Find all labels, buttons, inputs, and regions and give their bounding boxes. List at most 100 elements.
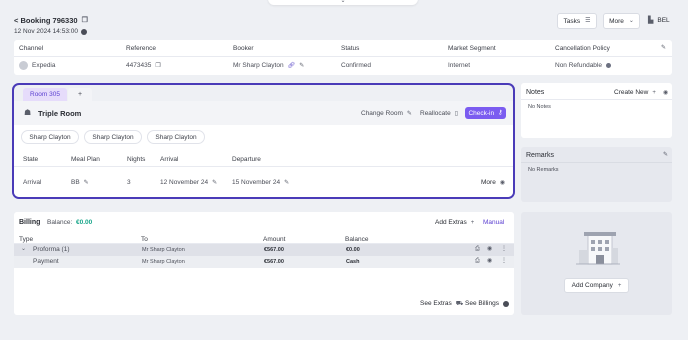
row-type: Proforma (1) — [33, 246, 70, 253]
add-company-label: Add Company — [571, 282, 613, 289]
add-extras-label: Add Extras — [435, 219, 467, 226]
meal-plan-text: BB — [71, 179, 80, 186]
add-room-tab[interactable]: + — [68, 88, 92, 101]
chevron-down-icon[interactable]: ⌄ — [21, 246, 26, 252]
see-billings-label: See Billings — [465, 300, 499, 307]
create-new-button[interactable]: Create New + — [614, 89, 656, 96]
info-icon[interactable] — [605, 63, 611, 68]
edit-icon: ✎ — [406, 110, 412, 117]
list-icon: ☰ — [585, 18, 591, 24]
link-icon[interactable]: 🔗︎ — [288, 63, 296, 69]
chevron-down-icon: ⌄ — [340, 0, 346, 4]
row-to: Mr Sharp Clayton — [142, 259, 185, 265]
bed-icon: ☗ — [24, 108, 32, 117]
edit-icon[interactable]: ✎ — [212, 180, 217, 186]
kebab-menu-icon[interactable]: ⋮ — [501, 258, 507, 264]
print-icon[interactable]: ⎙ — [475, 258, 480, 264]
row-balance: Cash — [346, 259, 360, 265]
nights-value: 3 — [127, 179, 131, 186]
door-icon: ▯ — [454, 110, 459, 117]
collapse-handle[interactable]: ⌄ — [268, 0, 418, 5]
guest-name: Sharp Clayton — [29, 133, 71, 141]
room-body: Sharp Clayton Sharp Clayton Sharp Clayto… — [14, 125, 513, 197]
reference-value: 4473435 ❐ — [126, 62, 161, 69]
edit-icon[interactable]: ✎ — [84, 180, 89, 186]
tasks-label: Tasks — [563, 17, 581, 25]
eye-icon: ◉ — [499, 179, 506, 186]
see-extras-button[interactable]: See Extras ⛟ — [420, 300, 463, 307]
divider — [14, 166, 513, 167]
room-type: Triple Room — [38, 109, 82, 118]
manual-button[interactable]: Manual — [483, 219, 504, 226]
arrival-value: 12 November 24 ✎ — [160, 179, 217, 186]
notes-card: Notes Create New + ◉ No Notes — [521, 83, 672, 138]
kebab-menu-icon[interactable]: ⋮ — [501, 246, 507, 252]
info-icon — [502, 300, 509, 307]
reallocate-button[interactable]: Reallocate ▯ — [420, 110, 458, 117]
guest-chip[interactable]: Sharp Clayton — [147, 130, 205, 144]
col-market-segment: Market Segment — [448, 45, 496, 52]
guest-chip[interactable]: Sharp Clayton — [21, 130, 79, 144]
row-amount: €567.00 — [264, 259, 284, 265]
col-cancellation-policy: Cancellation Policy — [555, 45, 610, 52]
tab-room-305[interactable]: Room 305 — [23, 88, 67, 101]
see-billings-button[interactable]: See Billings — [465, 300, 509, 307]
meal-plan-value: BB ✎ — [71, 179, 89, 186]
table-row[interactable]: ⌄ Proforma (1) Mr Sharp Clayton €567.00 … — [14, 244, 514, 256]
tasks-button[interactable]: Tasks ☰ — [557, 13, 597, 29]
col-reference: Reference — [126, 45, 156, 52]
remarks-empty: No Remarks — [528, 167, 559, 173]
edit-icon[interactable]: ✎ — [661, 45, 666, 51]
building-icon: ▙ — [648, 17, 654, 24]
building-illustration — [576, 232, 620, 265]
booking-date-text: 12 Nov 2024 14:53:00 — [14, 28, 78, 35]
plus-icon: + — [470, 219, 475, 226]
edit-icon[interactable]: ✎ — [299, 63, 304, 69]
reference-text: 4473435 — [126, 62, 152, 69]
check-in-button[interactable]: Check-in ⚷ — [465, 107, 506, 119]
tab-room-label: Room 305 — [30, 91, 60, 98]
col-booker: Booker — [233, 45, 254, 52]
guest-name: Sharp Clayton — [92, 133, 134, 141]
col-amount: Amount — [263, 236, 286, 243]
copy-icon[interactable]: ❐ — [82, 17, 88, 24]
divider — [14, 56, 672, 57]
remarks-card: Remarks ✎ No Remarks — [521, 147, 672, 202]
plus-icon: + — [617, 282, 622, 289]
change-room-button[interactable]: Change Room ✎ — [361, 110, 412, 117]
notes-title: Notes — [526, 89, 545, 96]
table-row[interactable]: Payment Mr Sharp Clayton €567.00 Cash ⎙ … — [14, 256, 514, 268]
page-title[interactable]: < Booking 796330 ❐ — [14, 16, 88, 25]
arrival-text: 12 November 24 — [160, 179, 209, 186]
copy-icon[interactable]: ❐ — [155, 63, 160, 69]
reallocate-label: Reallocate — [420, 110, 451, 117]
billing-card: Billing Balance: €0.00 Add Extras + Manu… — [14, 212, 514, 315]
eye-icon[interactable]: ◉ — [487, 246, 492, 252]
add-company-button[interactable]: Add Company + — [564, 278, 629, 293]
remarks-title: Remarks — [526, 152, 555, 159]
create-new-label: Create New — [614, 89, 649, 96]
channel-logo — [19, 61, 28, 70]
print-icon[interactable]: ⎙ — [475, 246, 480, 252]
more-text: More — [481, 179, 496, 186]
cancellation-text: Non Refundable — [555, 62, 602, 69]
col-balance: Balance — [345, 236, 369, 243]
eye-icon[interactable]: ◉ — [487, 258, 492, 264]
more-button[interactable]: More ⌄ — [603, 13, 640, 29]
booking-info-card: Channel Reference Booker Status Market S… — [14, 40, 672, 75]
key-icon: ⚷ — [498, 110, 503, 116]
status-value: Confirmed — [341, 62, 371, 69]
departure-text: 15 November 24 — [232, 179, 281, 186]
back-link[interactable]: < Booking 796330 — [14, 16, 78, 25]
booker-text[interactable]: Mr Sharp Clayton — [233, 62, 284, 69]
eye-icon[interactable]: ◉ — [663, 90, 668, 96]
divider — [521, 162, 672, 163]
divider — [521, 99, 672, 100]
edit-icon[interactable]: ✎ — [284, 180, 289, 186]
add-extras-button[interactable]: Add Extras + — [435, 219, 474, 226]
more-button[interactable]: More ◉ — [481, 179, 505, 186]
guest-chip[interactable]: Sharp Clayton — [84, 130, 142, 144]
language-switch[interactable]: ▙ BEL — [648, 17, 670, 24]
edit-icon[interactable]: ✎ — [663, 152, 668, 158]
add-tab-label: + — [77, 91, 83, 98]
